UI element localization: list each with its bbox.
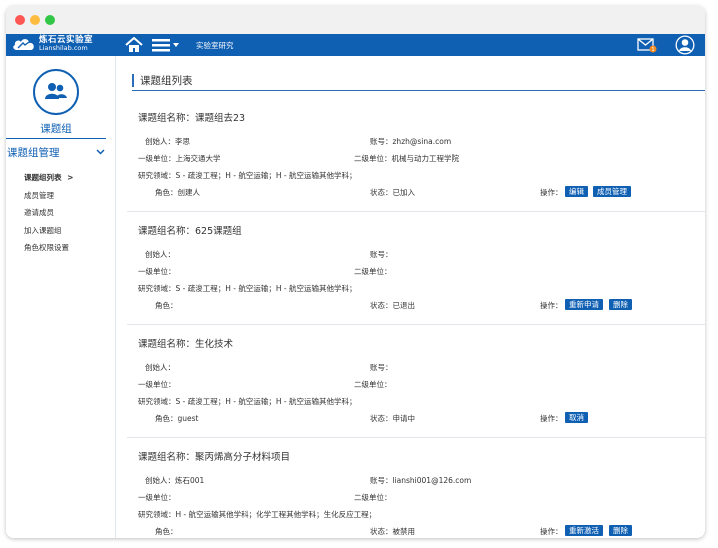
group-account: 账号： — [370, 250, 393, 259]
group-unit1: 一级单位： — [138, 267, 176, 276]
browser-window: 炼石云实验室 Lianshilab.com 实验室研究 1 课题组 课题组管理 … — [6, 6, 705, 538]
group-creator: 创始人：炼石001 — [145, 476, 205, 485]
users-group-icon — [45, 83, 67, 99]
group-creator: 创始人：李思 — [145, 137, 190, 146]
group-research-field: 研究领域：H - 航空运输其他学科；化学工程其他学科；生化反应工程； — [138, 510, 377, 519]
operations-label: 操作： — [540, 414, 563, 423]
group-card: 课题组名称：课题组去23 创始人：李思 账号：zhzh@sina.com 一级单… — [127, 110, 705, 212]
group-name: 课题组名称：聚丙烯高分子材料项目 — [138, 452, 291, 463]
sidebar-item-group-list[interactable]: 课题组列表 > — [24, 172, 73, 183]
user-avatar-icon[interactable] — [675, 35, 695, 55]
operations-label: 操作： — [540, 527, 563, 536]
sidebar-item-member-management[interactable]: 成员管理 — [24, 190, 54, 201]
menu-icon[interactable] — [152, 38, 180, 52]
operations-label: 操作： — [540, 188, 563, 197]
sidebar-item-label: 课题组列表 — [24, 173, 62, 182]
group-card: 课题组名称：聚丙烯高分子材料项目 创始人：炼石001 账号：lianshi001… — [127, 449, 705, 538]
group-unit1: 一级单位： — [138, 493, 176, 502]
mail-icon[interactable]: 1 — [637, 38, 657, 53]
sidebar-item-invite-members[interactable]: 邀请成员 — [24, 207, 54, 218]
group-unit2: 二级单位：机械与动力工程学院 — [354, 154, 459, 163]
group-name: 课题组名称：625课题组 — [138, 226, 242, 237]
edit-button[interactable]: 编辑 — [565, 186, 588, 197]
sidebar-item-join-group[interactable]: 加入课题组 — [24, 225, 62, 236]
minimize-window-button[interactable] — [30, 15, 40, 25]
sidebar: 课题组 课题组管理 课题组列表 > 成员管理 邀请成员 加入课题组 角色权限设置 — [6, 56, 116, 538]
main-content: 课题组列表 课题组名称：课题组去23 创始人：李思 账号：zhzh@sina.c… — [117, 56, 705, 538]
group-account: 账号：zhzh@sina.com — [370, 137, 452, 146]
group-creator: 创始人： — [145, 363, 175, 372]
group-name: 课题组名称：课题组去23 — [138, 113, 246, 124]
chevron-right-icon: > — [67, 173, 74, 182]
reactivate-button[interactable]: 重新激活 — [565, 525, 603, 536]
group-unit2: 二级单位： — [354, 380, 392, 389]
group-status: 状态：已退出 — [370, 301, 415, 310]
group-unit2: 二级单位： — [354, 493, 392, 502]
group-account: 账号：lianshi001@126.com — [370, 476, 472, 485]
group-status: 状态：被禁用 — [370, 527, 415, 536]
group-role: 角色： — [155, 301, 178, 310]
sidebar-group-header[interactable]: 课题组管理 — [7, 145, 60, 160]
group-unit1: 一级单位： — [138, 380, 176, 389]
group-research-field: 研究领域：S - 疏浚工程；H - 航空运输；H - 航空运输其他学科； — [138, 284, 357, 293]
group-avatar — [33, 69, 79, 115]
close-window-button[interactable] — [15, 15, 25, 25]
window-titlebar — [6, 6, 705, 34]
group-name: 课题组名称：生化技术 — [138, 339, 234, 350]
group-card: 课题组名称：生化技术 创始人： 账号： 一级单位： 二级单位： 研究领域：S -… — [127, 336, 705, 438]
top-navbar: 炼石云实验室 Lianshilab.com 实验室研究 1 — [6, 34, 705, 56]
sidebar-divider — [6, 138, 106, 139]
logo-chinese-text: 炼石云实验室 — [39, 35, 94, 45]
group-unit2: 二级单位： — [354, 267, 392, 276]
nav-lab-research[interactable]: 实验室研究 — [196, 40, 234, 51]
mail-badge-count: 1 — [651, 47, 654, 53]
sidebar-title: 课题组 — [40, 123, 72, 135]
delete-button[interactable]: 删除 — [609, 525, 632, 536]
group-unit1: 一级单位：上海交通大学 — [138, 154, 221, 163]
delete-button[interactable]: 删除 — [609, 299, 632, 310]
group-role: 角色： — [155, 527, 178, 536]
maximize-window-button[interactable] — [45, 15, 55, 25]
group-creator: 创始人： — [145, 250, 175, 259]
page-header: 课题组列表 — [132, 72, 705, 91]
group-research-field: 研究领域：S - 疏浚工程；H - 航空运输；H - 航空运输其他学科； — [138, 171, 357, 180]
logo-domain-text: Lianshilab.com — [39, 44, 88, 52]
group-status: 状态：申请中 — [370, 414, 415, 423]
group-account: 账号： — [370, 363, 393, 372]
home-icon[interactable] — [125, 37, 143, 53]
title-accent-bar — [132, 74, 134, 87]
member-management-button[interactable]: 成员管理 — [593, 186, 631, 197]
chevron-down-icon[interactable] — [96, 147, 105, 156]
group-research-field: 研究领域：S - 疏浚工程；H - 航空运输；H - 航空运输其他学科； — [138, 397, 357, 406]
cloud-logo-icon — [13, 39, 34, 50]
sidebar-item-role-permissions[interactable]: 角色权限设置 — [24, 242, 69, 253]
operations-label: 操作： — [540, 301, 563, 310]
group-role: 角色：guest — [155, 414, 199, 423]
page-title: 课题组列表 — [140, 75, 193, 87]
group-role: 角色：创建人 — [155, 188, 200, 197]
site-logo[interactable]: 炼石云实验室 Lianshilab.com — [12, 36, 93, 52]
cancel-button[interactable]: 取消 — [565, 412, 588, 423]
group-status: 状态：已加入 — [370, 188, 415, 197]
reapply-button[interactable]: 重新申请 — [565, 299, 603, 310]
group-card: 课题组名称：625课题组 创始人： 账号： 一级单位： 二级单位： 研究领域：S… — [127, 223, 705, 325]
